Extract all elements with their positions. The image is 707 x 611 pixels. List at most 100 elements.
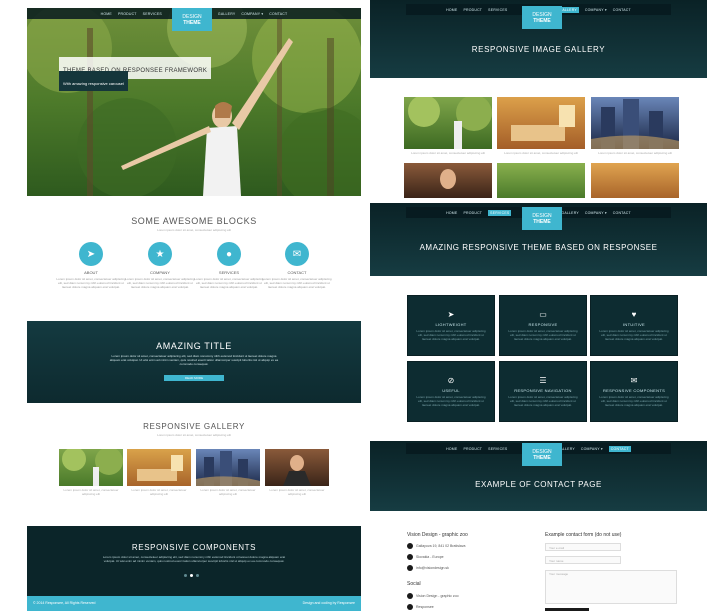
facebook-icon [407,593,413,599]
left-page: HOME PRODUCT SERVICES GALLERY COMPANY ▾ … [27,8,361,611]
contact-region-row: Slovakia - Europe [407,554,444,560]
feature-tile-useful[interactable]: ⊘ USEFUL Lorem ipsum dolor sit amet, con… [407,361,495,422]
gallery-thumb-businessman[interactable] [404,163,492,198]
contact-region: Slovakia - Europe [416,555,444,559]
contact-email[interactable]: info@visiondesign.sk [416,566,449,570]
gallery-thumb-forest[interactable] [59,449,123,486]
hero-subtitle: With amazing responsive carousel [63,81,124,86]
nav-product[interactable]: PRODUCT [118,12,137,16]
logo[interactable]: DESIGN THEME [172,8,212,31]
menu-icon: ☰ [539,376,547,385]
gallery-thumb-forest[interactable] [404,97,492,149]
nav-product[interactable]: PRODUCT [463,447,482,451]
carousel-dots [184,574,199,577]
nav-contact[interactable]: CONTACT [608,445,631,452]
chat-icon[interactable]: ● [217,242,241,266]
nav-services[interactable]: SERVICES [488,447,507,451]
nav-product[interactable]: PRODUCT [463,211,482,215]
social-row-1[interactable]: Vision Design - graphic zoo [407,593,459,599]
monitor-icon: ▭ [539,310,547,319]
feature-tile-navigation[interactable]: ☰ RESPONSIVE NAVIGATION Lorem ipsum dolo… [499,361,587,422]
tile-text: Lorem ipsum dolor sit amet, consectetuer… [508,329,578,341]
tile-text: Lorem ipsum dolor sit amet, consectetuer… [599,395,669,407]
contact-address: Gallayova 19, 841 02 Bratislava [416,544,466,548]
nav-gallery[interactable]: GALLERY [218,12,235,16]
carousel-dot[interactable] [184,574,187,577]
gallery-header: HOME PRODUCT SERVICES GALLERY COMPANY ▾ … [370,0,707,78]
nav-home[interactable]: HOME [446,8,457,12]
forest-thumb-image [408,97,492,149]
tile-text: Lorem ipsum dolor sit amet, consectetuer… [416,395,486,407]
gallery-thumb-hotel-room[interactable] [127,449,191,486]
nav-contact[interactable]: CONTACT [269,12,287,16]
nav-services[interactable]: SERVICES [488,8,507,12]
nav-company[interactable]: COMPANY ▾ [585,211,607,215]
feature-tile-responsive[interactable]: ▭ RESPONSIVE Lorem ipsum dolor sit amet,… [499,295,587,356]
feature-tile-intuitive[interactable]: ♥ INTUITIVE Lorem ipsum dolor sit amet, … [590,295,678,356]
nav-gallery[interactable]: GALLERY [561,211,578,215]
gallery-thumb-hotel-room[interactable] [497,97,585,149]
social-link[interactable]: Responsee [416,605,434,609]
right-panel-features: HOME PRODUCT SERVICES GALLERY COMPANY ▾ … [370,203,707,436]
social-row-2[interactable]: Responsee [407,604,434,610]
paper-plane-icon[interactable]: ➤ [79,242,103,266]
footer-copyright: © 2014 Responsee, All Rights Reserved [33,601,96,605]
footer-credit[interactable]: Design and coding by Responsee [303,601,355,605]
gallery-thumb-forest-2[interactable] [497,163,585,198]
nav-contact[interactable]: CONTACT [613,211,631,215]
nav-home[interactable]: HOME [446,211,457,215]
nav-home[interactable]: HOME [101,12,112,16]
block-contact: ✉ CONTACT Lorem ipsum dolor sit amet, co… [261,242,333,289]
carousel-dot[interactable] [196,574,199,577]
nav-services[interactable]: SERVICES [488,209,512,216]
nav-product[interactable]: PRODUCT [463,8,482,12]
mail-icon[interactable]: ✉ [285,242,309,266]
gallery-thumb-city[interactable] [196,449,260,486]
mail-icon: ✉ [630,376,638,385]
logo[interactable]: DESIGN THEME [522,207,562,230]
block-label: SERVICES [218,270,240,275]
message-field[interactable]: Your message [545,570,677,604]
star-icon[interactable]: ★ [148,242,172,266]
forest-hero-image [27,8,361,196]
paperclip-icon: ⊘ [447,376,455,385]
right-panel-gallery: HOME PRODUCT SERVICES GALLERY COMPANY ▾ … [370,0,707,198]
logo-line2: THEME [533,17,551,24]
gallery-caption: Lorem ipsum dolor sit amet, consectetuer… [63,488,119,496]
nav-company[interactable]: COMPANY ▾ [241,12,263,16]
tile-label: LIGHTWEIGHT [435,322,467,327]
block-text: Lorem ipsum dolor sit amet, consectetuer… [125,277,195,289]
logo[interactable]: DESIGN THEME [522,443,562,466]
tile-label: RESPONSIVE [528,322,558,327]
nav-contact[interactable]: CONTACT [613,8,631,12]
logo[interactable]: DESIGN THEME [522,6,562,29]
gallery-thumb-city[interactable] [591,97,679,149]
gallery-thumb-businessman[interactable] [265,449,329,486]
contact-address-row: Gallayova 19, 841 02 Bratislava [407,543,465,549]
carousel-dot[interactable] [190,574,193,577]
gallery-thumb-hotel-2[interactable] [591,163,679,198]
nav-company[interactable]: COMPANY ▾ [581,447,603,451]
gallery-caption: Lorem ipsum dolor sit amet, consectetuer… [411,151,485,155]
read-more-button[interactable]: READ MORE [164,375,224,381]
block-label: COMPANY [150,270,170,275]
amazing-text: Lorem ipsum dolor sit amet, consectetuer… [109,354,279,366]
nav-company[interactable]: COMPANY ▾ [585,8,607,12]
mail-icon [407,565,413,571]
name-field[interactable]: Your name [545,556,621,564]
nav-services[interactable]: SERVICES [143,12,162,16]
feature-tile-lightweight[interactable]: ➤ LIGHTWEIGHT Lorem ipsum dolor sit amet… [407,295,495,356]
components-section: RESPONSIVE COMPONENTS Lorem ipsum dolor … [27,526,361,596]
block-label: ABOUT [84,270,98,275]
hotel-room-thumb-image [511,105,575,141]
social-link[interactable]: Vision Design - graphic zoo [416,594,459,598]
email-field[interactable]: Your e-mail [545,543,621,551]
gallery-title: RESPONSIVE GALLERY [143,422,245,431]
forest-thumb-image [62,449,123,486]
feature-tile-components[interactable]: ✉ RESPONSIVE COMPONENTS Lorem ipsum dolo… [590,361,678,422]
logo-line2: THEME [533,454,551,461]
social-title: Social [407,581,421,587]
nav-home[interactable]: HOME [446,447,457,451]
city-thumb-image [591,99,679,149]
gallery-subtitle: Lorem ipsum dolor sit amet, consectetuer… [157,433,231,437]
